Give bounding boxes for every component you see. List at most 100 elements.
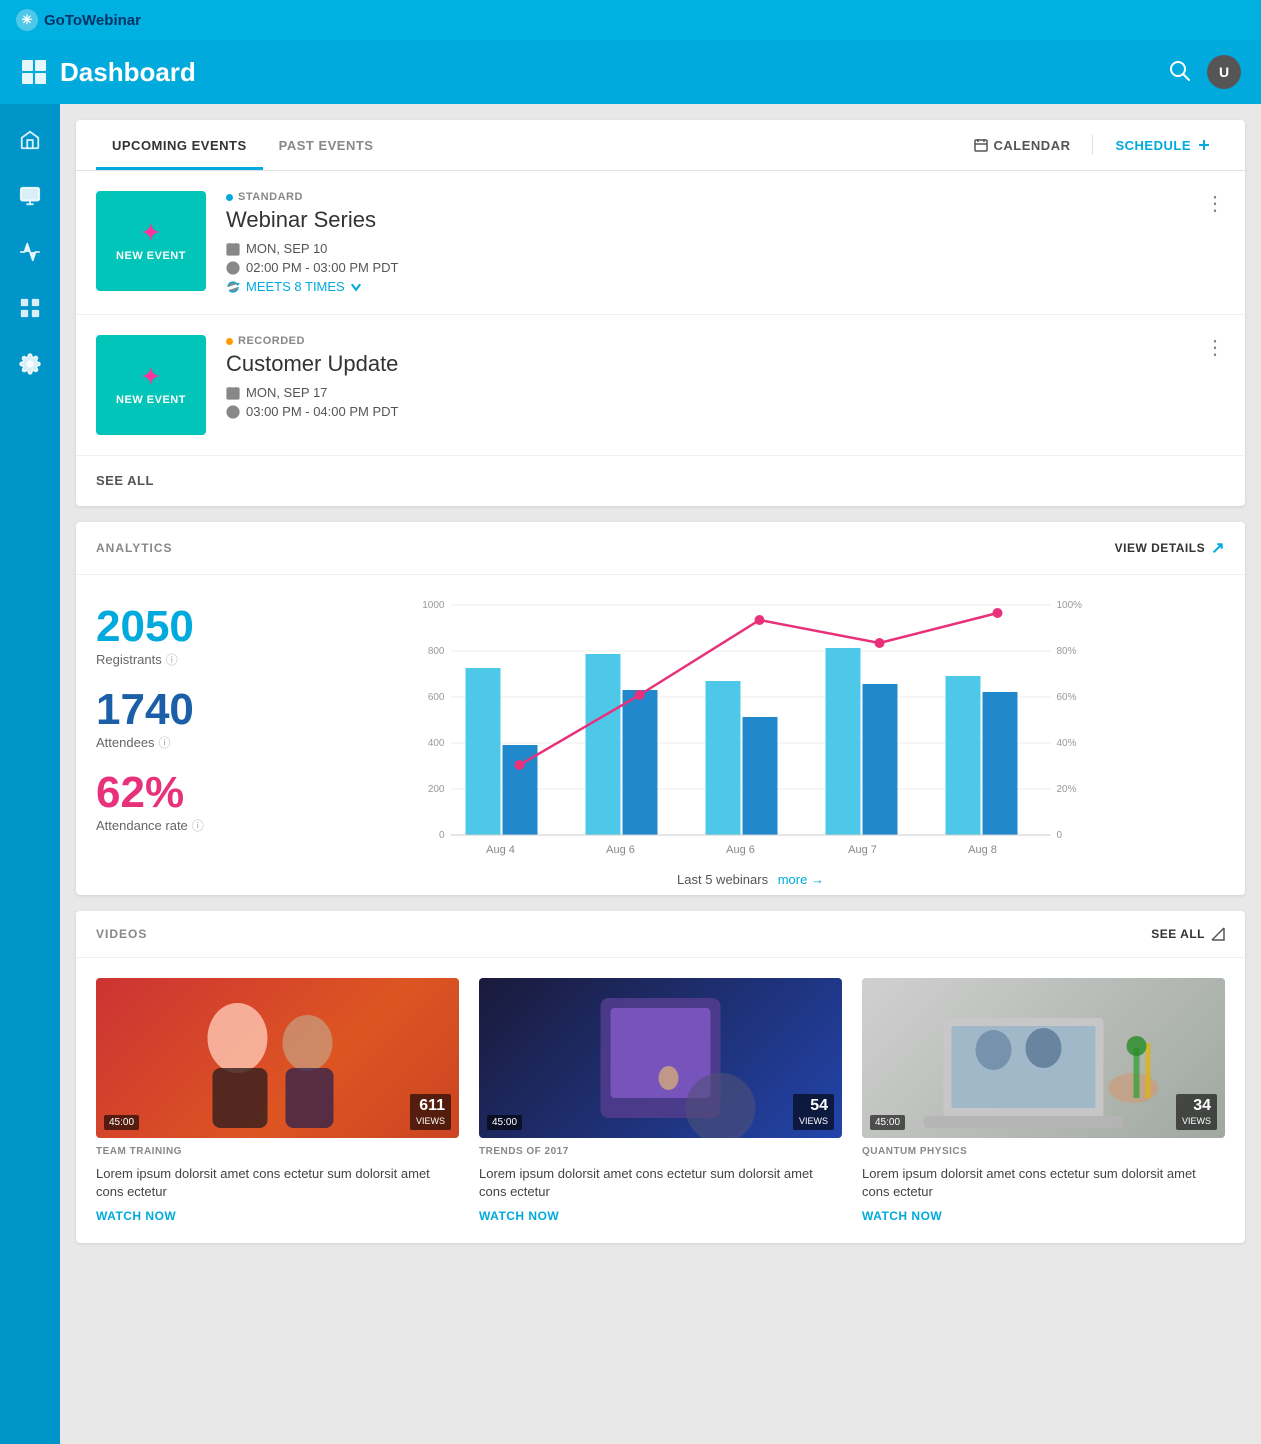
refresh-icon-1 <box>226 280 240 294</box>
video-image-2 <box>862 978 1225 1138</box>
sidebar-item-home[interactable] <box>6 116 54 164</box>
badge-dot-1 <box>226 194 233 201</box>
app-layout: Upcoming Events Past Events CALENDAR <box>0 104 1261 1444</box>
watch-now-link-1[interactable]: WATCH NOW <box>479 1209 842 1223</box>
video-thumbnail-1: 45:00 54 VIEWS <box>479 978 842 1138</box>
monitor-icon <box>19 185 41 207</box>
clock-icon-1 <box>226 261 240 275</box>
registrants-label: Registrants ⓘ <box>96 651 256 668</box>
videos-see-all-button[interactable]: SEE ALL <box>1151 927 1225 941</box>
logo-icon: ✳ <box>16 9 38 31</box>
svg-text:200: 200 <box>428 784 445 795</box>
chevron-down-icon-1 <box>349 280 363 294</box>
video-image-0 <box>96 978 459 1138</box>
event-badge-2: RECORDED <box>226 335 1225 347</box>
logo-bar: ✳ GoToWebinar <box>0 0 1261 40</box>
sidebar-item-analytics[interactable] <box>6 228 54 276</box>
video-duration-0: 45:00 <box>104 1115 139 1130</box>
event-date-row-2: MON, SEP 17 <box>226 385 1225 400</box>
svg-text:20%: 20% <box>1057 784 1077 795</box>
svg-text:400: 400 <box>428 738 445 749</box>
videos-title: VIDEOS <box>96 927 147 941</box>
video-duration-2: 45:00 <box>870 1115 905 1130</box>
sidebar-item-settings[interactable] <box>6 340 54 388</box>
event-date-1: MON, SEP 10 <box>246 241 327 256</box>
chart-legend-label: Last 5 webinars <box>677 872 768 887</box>
video-card-2: 45:00 34 VIEWS QUANTUM PHYSICS Lorem ips… <box>862 978 1225 1223</box>
page-title: Dashboard <box>60 57 196 88</box>
event-date-2: MON, SEP 17 <box>246 385 327 400</box>
svg-text:Aug 6: Aug 6 <box>726 844 755 856</box>
analytics-card: ANALYTICS VIEW DETAILS ↗ 2050 Registrant… <box>76 522 1245 895</box>
home-icon <box>19 129 41 151</box>
logo-product: Webinar <box>82 12 141 29</box>
more-options-button-2[interactable]: ⋮ <box>1205 335 1225 360</box>
calendar-button[interactable]: CALENDAR <box>960 130 1085 161</box>
events-card: Upcoming Events Past Events CALENDAR <box>76 120 1245 506</box>
logo-text: GoToWebinar <box>44 12 141 29</box>
event-time-row-2: 03:00 PM - 04:00 PM PDT <box>226 404 1225 419</box>
event-time-2: 03:00 PM - 04:00 PM PDT <box>246 404 398 419</box>
watch-now-link-0[interactable]: WATCH NOW <box>96 1209 459 1223</box>
event-time-row-1: 02:00 PM - 03:00 PM PDT <box>226 260 1225 275</box>
svg-text:60%: 60% <box>1057 692 1077 703</box>
attendees-label: Attendees ⓘ <box>96 734 256 751</box>
meets-badge-1[interactable]: MEETS 8 TIMES <box>246 279 363 294</box>
views-label-2: VIEWS <box>1182 1116 1211 1126</box>
chart-area: 0 200 400 600 800 1000 0 20% 40% 60% 80%… <box>276 595 1225 875</box>
info-icon-attendees: ⓘ <box>159 734 171 751</box>
search-button[interactable] <box>1169 60 1191 85</box>
video-category-2: QUANTUM PHYSICS <box>862 1146 1225 1157</box>
video-thumbnail-2: 45:00 34 VIEWS <box>862 978 1225 1138</box>
see-all-link[interactable]: SEE ALL <box>96 473 154 488</box>
calendar-label: CALENDAR <box>994 138 1071 153</box>
event-title-1: Webinar Series <box>226 207 1225 233</box>
tab-upcoming[interactable]: Upcoming Events <box>96 120 263 170</box>
chart-more-link[interactable]: more → <box>778 872 824 887</box>
main-content: Upcoming Events Past Events CALENDAR <box>60 104 1261 1444</box>
tab-divider <box>1092 135 1093 155</box>
video-image-svg-1 <box>479 978 842 1138</box>
views-label-0: VIEWS <box>416 1116 445 1126</box>
video-image-svg-2 <box>862 978 1225 1138</box>
calendar-small-icon-1 <box>226 242 240 256</box>
stat-registrants: 2050 Registrants ⓘ <box>96 605 256 668</box>
logo-goto: GoTo <box>44 12 82 29</box>
video-category-0: TEAM TRAINING <box>96 1146 459 1157</box>
sidebar-item-webinars[interactable] <box>6 172 54 220</box>
view-details-button[interactable]: VIEW DETAILS ↗ <box>1115 538 1225 558</box>
watch-now-link-2[interactable]: WATCH NOW <box>862 1209 1225 1223</box>
analytics-body: 2050 Registrants ⓘ 1740 Attendees ⓘ <box>76 575 1245 895</box>
sidebar-item-apps[interactable] <box>6 284 54 332</box>
schedule-button[interactable]: SCHEDULE <box>1101 130 1225 161</box>
attendance-rate-value: 62% <box>96 771 256 815</box>
info-icon-registrants: ⓘ <box>166 651 178 668</box>
video-duration-1: 45:00 <box>487 1115 522 1130</box>
svg-text:100%: 100% <box>1057 600 1083 611</box>
tab-past[interactable]: Past Events <box>263 120 390 170</box>
views-label-1: VIEWS <box>799 1116 828 1126</box>
video-thumbnail-0: 45:00 611 VIEWS <box>96 978 459 1138</box>
event-item-webinar-series: ✦ NEW EVENT STANDARD Webinar Series <box>76 171 1245 315</box>
event-thumbnail-2: ✦ NEW EVENT <box>96 335 206 435</box>
event-thumbnail-1: ✦ NEW EVENT <box>96 191 206 291</box>
video-views-1: 54 VIEWS <box>793 1094 834 1130</box>
more-options-button-1[interactable]: ⋮ <box>1205 191 1225 216</box>
meets-label-1: MEETS 8 TIMES <box>246 279 345 294</box>
tabs-right: CALENDAR SCHEDULE <box>960 130 1225 161</box>
event-meets-row-1: MEETS 8 TIMES <box>226 279 1225 294</box>
avatar[interactable]: U <box>1207 55 1241 89</box>
videos-see-all-label: SEE ALL <box>1151 927 1205 941</box>
view-details-label: VIEW DETAILS <box>1115 541 1205 555</box>
event-info-1: STANDARD Webinar Series MON, SEP 10 <box>226 191 1225 294</box>
video-desc-0: Lorem ipsum dolorsit amet cons ectetur s… <box>96 1165 459 1201</box>
main-header: Dashboard U <box>0 40 1261 104</box>
search-icon <box>1169 60 1191 82</box>
svg-text:800: 800 <box>428 646 445 657</box>
svg-text:0: 0 <box>439 830 445 841</box>
video-views-2: 34 VIEWS <box>1176 1094 1217 1130</box>
event-item-customer-update: ✦ NEW EVENT RECORDED Customer Update <box>76 315 1245 456</box>
analytics-stats: 2050 Registrants ⓘ 1740 Attendees ⓘ <box>96 595 256 875</box>
logo: ✳ GoToWebinar <box>16 9 141 31</box>
event-info-2: RECORDED Customer Update MON, SEP 17 <box>226 335 1225 419</box>
